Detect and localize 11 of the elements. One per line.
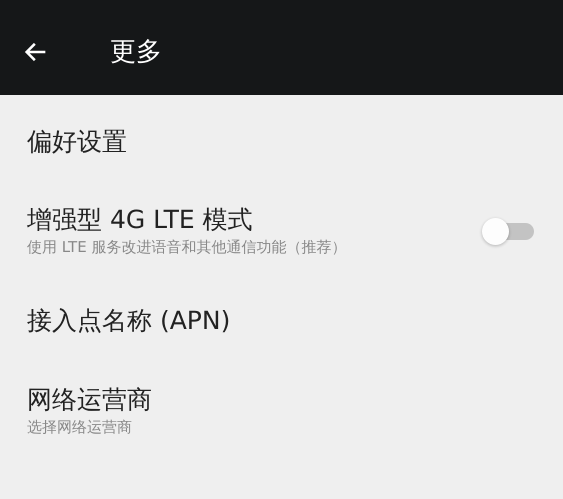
setting-title: 接入点名称 (APN) <box>27 305 232 337</box>
setting-item[interactable]: 网络运营商 选择网络运营商 <box>27 365 536 457</box>
category-header: 偏好设置 <box>27 126 128 158</box>
setting-item[interactable]: 接入点名称 (APN) <box>27 277 536 365</box>
setting-summary: 使用 LTE 服务改进语音和其他通信功能（推荐） <box>27 237 348 258</box>
setting-summary: 选择网络运营商 <box>27 417 133 438</box>
setting-item[interactable]: 增强型 4G LTE 模式 使用 LTE 服务改进语音和其他通信功能（推荐） <box>27 185 536 277</box>
setting-title: 增强型 4G LTE 模式 <box>27 204 254 236</box>
screen-title: 更多 <box>110 36 162 69</box>
setting-title: 网络运营商 <box>27 384 153 416</box>
toggle-switch[interactable] <box>482 216 536 246</box>
